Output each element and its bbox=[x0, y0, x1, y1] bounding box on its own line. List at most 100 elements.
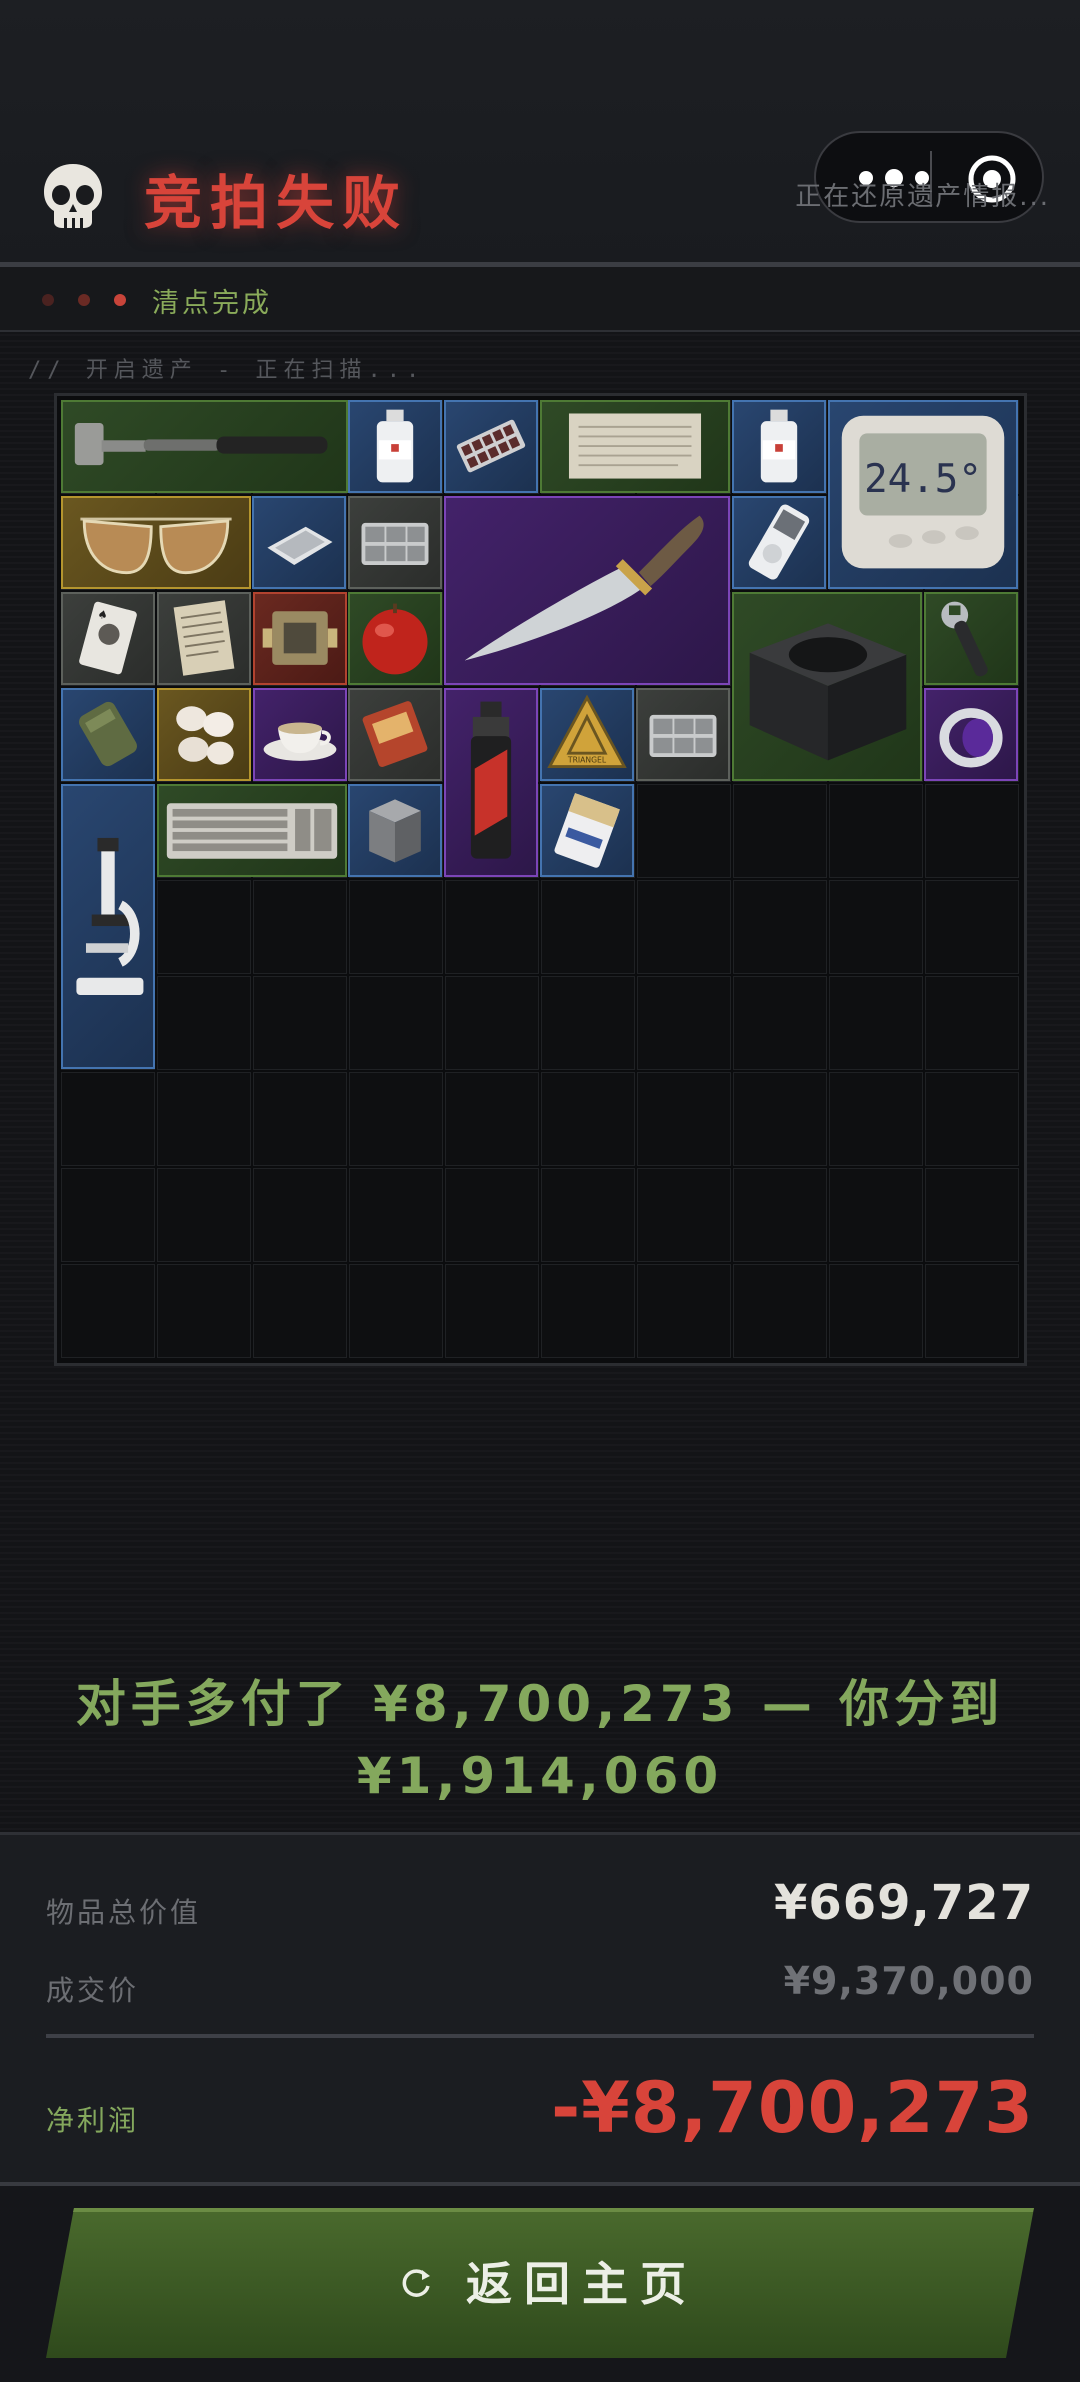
result-header: 竞拍失败 正在还原遗产情报... bbox=[0, 130, 1080, 265]
scan-text: // 开启遗产 - 正在扫描... bbox=[28, 358, 426, 383]
item-organizer-tray[interactable] bbox=[348, 496, 442, 589]
paper-icon bbox=[568, 413, 702, 479]
inventory-slot bbox=[829, 1072, 923, 1166]
item-metal-canister[interactable] bbox=[348, 784, 442, 877]
plate-icon bbox=[267, 526, 333, 565]
spray-icon bbox=[470, 701, 512, 859]
item-saline-bottle[interactable] bbox=[348, 400, 442, 493]
item-ration-pack[interactable] bbox=[61, 688, 155, 781]
inventory-slot bbox=[253, 1168, 347, 1262]
status-dot bbox=[78, 294, 90, 306]
item-spray-can[interactable] bbox=[444, 688, 538, 877]
item-snack-bag[interactable] bbox=[348, 688, 442, 781]
item-circuit-module[interactable] bbox=[253, 592, 347, 685]
result-message: 对手多付了 ¥8,700,273 — 你分到 ¥1,914,060 bbox=[60, 1668, 1020, 1812]
inventory-slot bbox=[829, 976, 923, 1070]
item-mp3-player[interactable] bbox=[732, 496, 826, 589]
result-message-line1: 对手多付了 ¥8,700,273 — 你分到 bbox=[75, 1675, 1005, 1733]
item-red-apple[interactable] bbox=[348, 592, 442, 685]
item-cigarette-pack[interactable] bbox=[540, 784, 634, 877]
inventory-slot bbox=[253, 1264, 347, 1358]
inventory-slot bbox=[61, 1072, 155, 1166]
inventory-slot bbox=[157, 976, 251, 1070]
inventory-slot bbox=[829, 1264, 923, 1358]
item-sledgehammer[interactable] bbox=[61, 400, 348, 493]
item-paper-scroll[interactable] bbox=[540, 400, 730, 493]
inventory-slot bbox=[253, 880, 347, 974]
total-value-label: 物品总价值 bbox=[46, 1896, 202, 1929]
inventory-slot bbox=[925, 1168, 1019, 1262]
item-playing-card[interactable]: ♠ bbox=[61, 592, 155, 685]
status-dot bbox=[42, 294, 54, 306]
thermo-reading: 24.5° bbox=[864, 457, 982, 502]
pearls-icon bbox=[176, 706, 234, 765]
inventory-slot bbox=[253, 976, 347, 1070]
inventory-slot bbox=[445, 880, 539, 974]
thermometer-icon: 24.5° bbox=[841, 415, 1005, 569]
item-warning-sign[interactable]: TRIANGEL bbox=[540, 688, 634, 781]
tray-icon bbox=[649, 714, 717, 757]
inventory-slot bbox=[733, 976, 827, 1070]
item-power-supply[interactable] bbox=[732, 592, 922, 781]
inventory-slot bbox=[733, 1168, 827, 1262]
result-message-line2: ¥1,914,060 bbox=[356, 1747, 724, 1805]
item-silver-plate[interactable] bbox=[252, 496, 346, 589]
total-value: ¥669,727 bbox=[773, 1875, 1034, 1931]
inventory-slot bbox=[445, 976, 539, 1070]
return-home-button[interactable]: 返回主页 bbox=[46, 2208, 1034, 2358]
ration-icon bbox=[79, 701, 137, 767]
inventory-slot bbox=[445, 1072, 539, 1166]
inventory-slot bbox=[349, 1168, 443, 1262]
knife-icon bbox=[464, 515, 704, 661]
status-divider bbox=[0, 330, 1080, 332]
apple-icon bbox=[362, 603, 428, 675]
tray-icon bbox=[361, 522, 429, 565]
inventory-slot bbox=[925, 880, 1019, 974]
bottom-bar: 返回主页 bbox=[0, 2186, 1080, 2382]
item-saline-bottle-2[interactable] bbox=[732, 400, 826, 493]
inventory-slot bbox=[925, 976, 1019, 1070]
item-pill-strip[interactable] bbox=[444, 400, 538, 493]
bottle-icon bbox=[376, 409, 414, 483]
inventory-slot bbox=[541, 880, 635, 974]
item-combat-knife[interactable] bbox=[444, 496, 730, 685]
triangle-sign-icon: TRIANGEL bbox=[547, 694, 627, 768]
inventory-slot bbox=[445, 1264, 539, 1358]
inventory-slot bbox=[157, 1072, 251, 1166]
bottle-icon bbox=[760, 409, 798, 483]
item-microscope[interactable] bbox=[61, 784, 155, 1069]
inventory-slot bbox=[349, 1264, 443, 1358]
mp3-icon bbox=[748, 504, 810, 580]
psu-icon bbox=[749, 623, 907, 761]
inventory-slot bbox=[637, 784, 731, 878]
inventory-slot bbox=[541, 1264, 635, 1358]
item-thermometer-device[interactable]: 24.5° bbox=[828, 400, 1018, 589]
item-pearls[interactable] bbox=[157, 688, 251, 781]
inventory-slot bbox=[541, 1072, 635, 1166]
inventory-slot bbox=[733, 784, 827, 878]
inventory-slot bbox=[157, 880, 251, 974]
skull-icon bbox=[44, 164, 102, 228]
item-purple-ring[interactable] bbox=[924, 688, 1018, 781]
refresh-icon bbox=[402, 2269, 430, 2297]
item-organizer-tray-2[interactable] bbox=[636, 688, 730, 781]
return-home-label: 返回主页 bbox=[466, 2257, 698, 2311]
item-keyboard[interactable] bbox=[157, 784, 347, 877]
inventory-slot bbox=[829, 1168, 923, 1262]
inventory-slot bbox=[925, 784, 1019, 878]
restoring-status: 正在还原遗产情报... bbox=[795, 182, 1050, 212]
page-title: 竞拍失败 bbox=[144, 169, 409, 237]
inventory-slot bbox=[637, 976, 731, 1070]
snack-icon bbox=[362, 701, 428, 767]
item-teacup[interactable] bbox=[253, 688, 347, 781]
card-icon: ♠ bbox=[79, 601, 137, 675]
pills-icon bbox=[456, 419, 526, 473]
inventory-slot bbox=[541, 976, 635, 1070]
summary-panel: 物品总价值 ¥669,727 成交价 ¥9,370,000 净利润 -¥8,70… bbox=[0, 1832, 1080, 2186]
item-aviator-sunglasses[interactable] bbox=[61, 496, 251, 589]
sunglasses-icon bbox=[80, 517, 232, 575]
item-wrench[interactable] bbox=[924, 592, 1018, 685]
keyboard-icon bbox=[166, 803, 338, 859]
canister-icon bbox=[369, 799, 421, 863]
item-old-document[interactable] bbox=[157, 592, 251, 685]
